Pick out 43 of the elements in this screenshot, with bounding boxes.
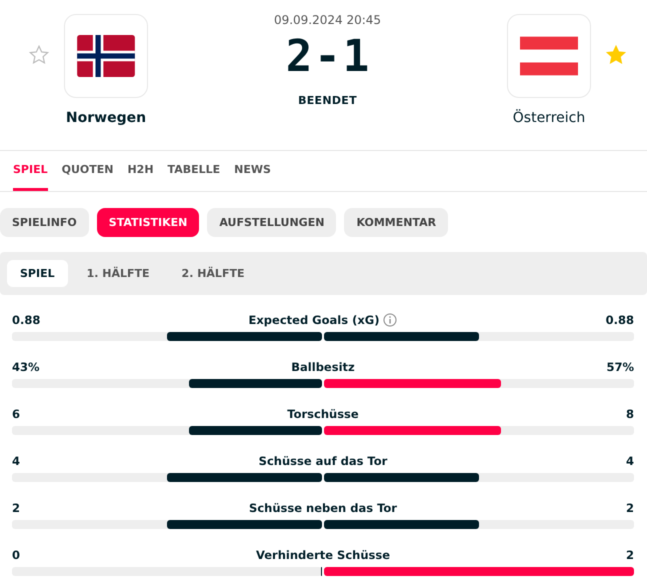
home-stat-value: 4 — [12, 454, 20, 468]
section-tab[interactable]: SPIELINFO — [0, 208, 89, 237]
star-icon[interactable] — [28, 44, 50, 66]
team-name[interactable]: Österreich — [512, 110, 586, 126]
home-stat-value: 0.88 — [12, 313, 40, 327]
info-icon[interactable] — [383, 313, 398, 327]
tab[interactable]: SPIEL — [13, 151, 48, 191]
away-stat-value: 0.88 — [606, 313, 634, 327]
stat-label: Expected Goals (xG) — [248, 313, 380, 327]
stat-label: Verhinderte Schüsse — [256, 548, 390, 562]
score-separator: - — [314, 31, 341, 82]
section-tab[interactable]: AUFSTELLUNGEN — [207, 208, 336, 237]
stat-label: Schüsse auf das Tor — [258, 454, 388, 468]
home-stat-value: 2 — [12, 501, 20, 515]
flag-icon — [520, 35, 578, 77]
away-stat-value: 8 — [626, 407, 634, 421]
period-tab[interactable]: 1. HÄLFTE — [74, 260, 163, 287]
home-stat-value: 0 — [12, 548, 20, 562]
home-stat-value: 6 — [12, 407, 20, 421]
team-name[interactable]: Norwegen — [66, 110, 146, 126]
away-score: 1 — [342, 31, 370, 82]
stat-label: Ballbesitz — [291, 360, 355, 374]
match-status: BEENDET — [298, 94, 357, 107]
match-datetime: 09.09.2024 20:45 — [274, 13, 382, 27]
team-logo-card[interactable] — [64, 14, 148, 98]
tab[interactable]: NEWS — [234, 151, 271, 191]
stat-label: Torschüsse — [287, 407, 359, 421]
stat-label: Schüsse neben das Tor — [249, 501, 397, 515]
period-tab[interactable]: 2. HÄLFTE — [168, 260, 258, 287]
period-tab[interactable]: SPIEL — [7, 260, 68, 287]
star-icon[interactable] — [605, 44, 627, 66]
tab[interactable]: TABELLE — [168, 151, 220, 191]
tab[interactable]: H2H — [127, 151, 154, 191]
flag-icon — [77, 35, 135, 77]
tab[interactable]: QUOTEN — [62, 151, 114, 191]
home-stat-value: 43% — [12, 360, 40, 374]
away-stat-value: 2 — [626, 501, 634, 515]
away-stat-value: 4 — [626, 454, 634, 468]
section-tab[interactable]: STATISTIKEN — [96, 208, 200, 237]
away-stat-value: 2 — [626, 548, 634, 562]
section-tab[interactable]: KOMMENTAR — [344, 208, 448, 237]
home-score: 2 — [286, 31, 312, 82]
away-stat-value: 57% — [606, 360, 634, 374]
